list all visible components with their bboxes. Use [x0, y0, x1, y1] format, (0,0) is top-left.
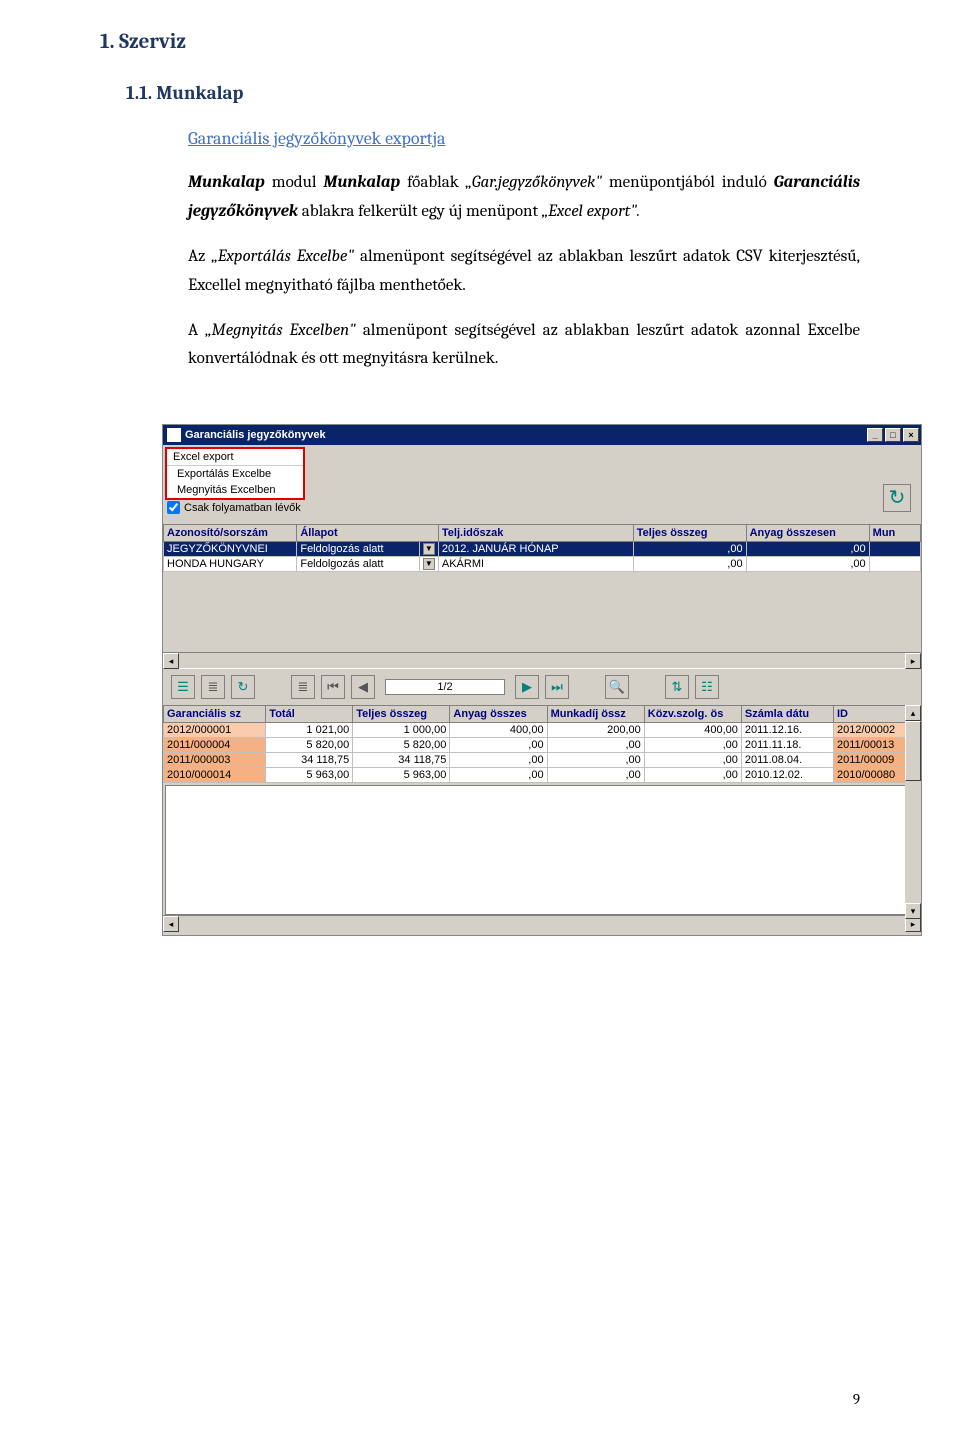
- paragraph-2: Az „Exportálás Excelbe" almenüpont segít…: [188, 243, 860, 301]
- scroll-right-icon[interactable]: ▸: [905, 653, 921, 669]
- dropdown-icon[interactable]: ▼: [423, 558, 435, 570]
- table-row[interactable]: HONDA HUNGARY Feldolgozás alatt ▼ AKÁRMI…: [164, 557, 921, 572]
- page-indicator: 1/2: [385, 679, 505, 695]
- scroll-left-icon[interactable]: ◂: [163, 916, 179, 932]
- col-anyag-osszesen[interactable]: Anyag összesen: [746, 525, 869, 542]
- col2-anyag[interactable]: Anyag összes: [450, 706, 547, 723]
- refresh2-icon[interactable]: ↻: [231, 675, 255, 699]
- scroll-up-icon[interactable]: ▴: [905, 705, 921, 721]
- table-row[interactable]: 2010/0000145 963,005 963,00,00,00,002010…: [164, 768, 921, 783]
- heading-munkalap: 1.1. Munkalap: [126, 82, 860, 104]
- window-title: Garanciális jegyzőkönyvek: [185, 429, 326, 441]
- upper-grid[interactable]: Azonosító/sorszám Állapot Telj.időszak T…: [163, 524, 921, 572]
- table-row[interactable]: 2011/00000334 118,7534 118,75,00,00,0020…: [164, 753, 921, 768]
- table-row[interactable]: 2012/0000011 021,001 000,00400,00200,004…: [164, 723, 921, 738]
- heading-szerviz: 1. Szerviz: [100, 30, 860, 54]
- lower-grid-container: Garanciális sz Totál Teljes összeg Anyag…: [163, 705, 921, 935]
- only-in-progress-label: Csak folyamatban lévők: [184, 502, 301, 514]
- v-scrollbar[interactable]: ▴ ▾: [905, 705, 921, 919]
- col2-szamla[interactable]: Számla dátu: [741, 706, 833, 723]
- filter-icon[interactable]: ☰: [171, 675, 195, 699]
- dropdown-icon[interactable]: ▼: [423, 543, 435, 555]
- table-row[interactable]: JEGYZŐKÖNYVNEI Feldolgozás alatt ▼ 2012.…: [164, 542, 921, 557]
- menu-excel-export[interactable]: Excel export: [167, 449, 303, 466]
- last-page-icon[interactable]: ⏭: [545, 675, 569, 699]
- window-icon: [167, 428, 181, 442]
- zoom-icon[interactable]: 🔍: [605, 675, 629, 699]
- prev-page-icon[interactable]: ◀: [351, 675, 375, 699]
- col-mun[interactable]: Mun: [869, 525, 920, 542]
- window-titlebar[interactable]: Garanciális jegyzőkönyvek _ □ ×: [163, 425, 921, 445]
- list2-icon[interactable]: ≣: [291, 675, 315, 699]
- columns-icon[interactable]: ☷: [695, 675, 719, 699]
- col2-total[interactable]: Totál: [266, 706, 353, 723]
- lower-grid[interactable]: Garanciális sz Totál Teljes összeg Anyag…: [163, 705, 921, 783]
- h-scrollbar-lower[interactable]: ◂ ▸: [163, 915, 921, 931]
- paragraph-1: Munkalap modul Munkalap főablak „Gar.jeg…: [188, 169, 860, 227]
- sort-icon[interactable]: ⇅: [665, 675, 689, 699]
- col2-kozv[interactable]: Közv.szolg. ös: [644, 706, 741, 723]
- page-number: 9: [853, 1390, 860, 1408]
- only-in-progress-checkbox[interactable]: [167, 501, 180, 514]
- scroll-thumb[interactable]: [905, 721, 921, 781]
- col2-teljes[interactable]: Teljes összeg: [353, 706, 450, 723]
- window-minimize-button[interactable]: _: [867, 428, 883, 442]
- scroll-left-icon[interactable]: ◂: [163, 653, 179, 669]
- col-teljes-osszeg[interactable]: Teljes összeg: [633, 525, 746, 542]
- table-row[interactable]: 2011/0000045 820,005 820,00,00,00,002011…: [164, 738, 921, 753]
- app-window: Garanciális jegyzőkönyvek _ □ × Excel ex…: [162, 424, 922, 936]
- upper-grid-container: Azonosító/sorszám Állapot Telj.időszak T…: [163, 524, 921, 668]
- heading-export: Garanciális jegyzőkönyvek exportja: [188, 128, 860, 149]
- col-allapot[interactable]: Állapot: [297, 525, 439, 542]
- paragraph-3: A „Megnyitás Excelben" almenüpont segíts…: [188, 317, 860, 375]
- next-page-icon[interactable]: ▶: [515, 675, 539, 699]
- list-icon[interactable]: ≣: [201, 675, 225, 699]
- refresh-icon[interactable]: ↻: [883, 484, 911, 512]
- lower-empty-area: [165, 785, 919, 915]
- col2-garancialis[interactable]: Garanciális sz: [164, 706, 266, 723]
- window-close-button[interactable]: ×: [903, 428, 919, 442]
- col-telj-idoszak[interactable]: Telj.időszak: [438, 525, 633, 542]
- window-maximize-button[interactable]: □: [885, 428, 901, 442]
- first-page-icon[interactable]: ⏮: [321, 675, 345, 699]
- h-scrollbar[interactable]: ◂ ▸: [163, 652, 921, 668]
- col2-munkadij[interactable]: Munkadíj össz: [547, 706, 644, 723]
- col-azonosito[interactable]: Azonosító/sorszám: [164, 525, 297, 542]
- pager-toolbar: ☰ ≣ ↻ ≣ ⏮ ◀ 1/2 ▶ ⏭ 🔍 ⇅ ☷: [163, 668, 921, 705]
- scroll-down-icon[interactable]: ▾: [905, 903, 921, 919]
